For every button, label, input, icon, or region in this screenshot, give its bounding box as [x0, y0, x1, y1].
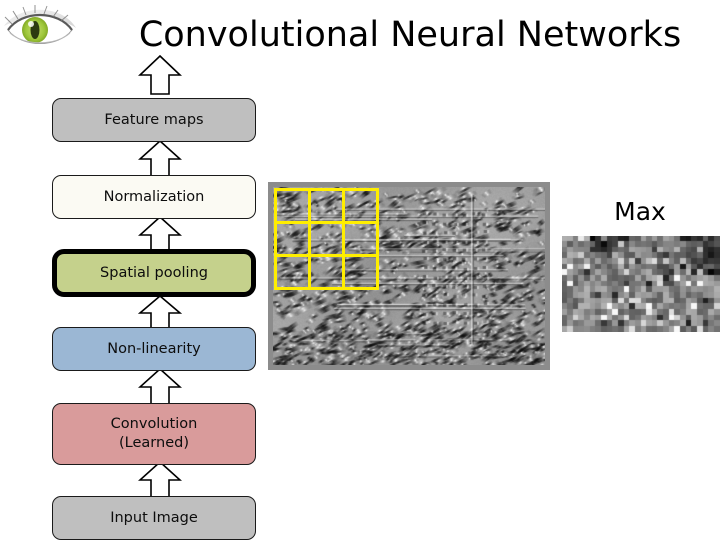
- stage-box-non-linearity[interactable]: Non-linearity: [52, 327, 256, 371]
- arrow-up-icon: [138, 295, 182, 330]
- stage-box-input-image[interactable]: Input Image: [52, 496, 256, 540]
- stage-label: Normalization: [103, 188, 205, 205]
- convolution-feature-map-panel: [268, 182, 550, 370]
- eye-logo: [2, 2, 78, 54]
- arrow-up-icon: [138, 368, 182, 405]
- page-title: Convolutional Neural Networks: [138, 15, 682, 55]
- stage-label-line1: Convolution: [110, 416, 198, 432]
- stage-label: Input Image: [110, 509, 198, 526]
- convolution-feature-map-image: [273, 187, 545, 365]
- stage-box-feature-maps[interactable]: Feature maps: [52, 98, 256, 142]
- pooled-output-image: [562, 236, 720, 332]
- arrow-up-icon: [138, 55, 182, 95]
- pooled-output-canvas: [562, 236, 720, 332]
- max-operation-label: Max: [614, 197, 666, 226]
- feature-map-canvas: [273, 187, 545, 365]
- stage-label: Non-linearity: [107, 340, 201, 357]
- arrow-up-icon: [138, 140, 182, 177]
- stage-box-convolution[interactable]: Convolution (Learned): [52, 403, 256, 465]
- cnn-stage-pipeline: Feature maps Normalization Spatial pooli…: [52, 55, 256, 540]
- stage-box-normalization[interactable]: Normalization: [52, 175, 256, 219]
- arrow-up-icon: [138, 461, 182, 498]
- stage-label-line2: (Learned): [119, 435, 189, 451]
- stage-label: Spatial pooling: [100, 264, 208, 281]
- arrow-up-icon: [138, 216, 182, 253]
- stage-box-spatial-pooling[interactable]: Spatial pooling: [52, 249, 256, 297]
- stage-label: Feature maps: [104, 111, 204, 128]
